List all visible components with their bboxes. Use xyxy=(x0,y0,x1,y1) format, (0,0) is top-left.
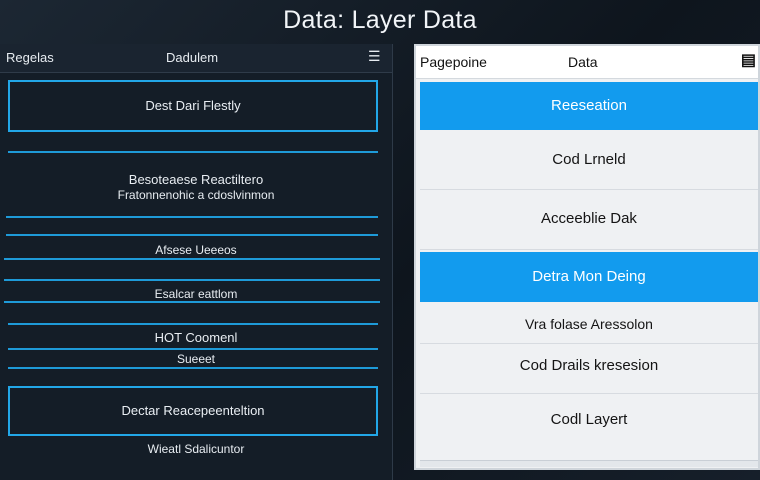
chart-icon[interactable]: ▤ xyxy=(741,50,756,70)
top-box[interactable]: Dest Dari Flestly xyxy=(8,80,378,132)
left-header-col1[interactable]: Regelas xyxy=(6,50,54,65)
right-panel: Pagepoine Data ▤ Reeseation Cod Lrneld A… xyxy=(414,44,760,470)
data-row[interactable]: Acceeblie Dak xyxy=(420,190,758,250)
bottom-box[interactable]: Dectar Reacepeenteltion xyxy=(8,386,378,436)
divider xyxy=(6,216,378,218)
right-header-col1[interactable]: Pagepoine xyxy=(420,54,487,70)
data-row[interactable]: Reeseation xyxy=(420,82,758,130)
divider xyxy=(4,258,380,260)
data-row[interactable]: Detra Mon Deing xyxy=(420,252,758,302)
data-row[interactable]: Codl Layert xyxy=(420,394,758,454)
data-row[interactable]: Vra folase Aressolon xyxy=(420,302,758,344)
left-panel: Regelas Dadulem ☰ Dest Dari Flestly Beso… xyxy=(0,44,393,480)
list-icon[interactable]: ☰ xyxy=(368,48,381,65)
row-label: Acceeblie Dak xyxy=(541,210,637,227)
row-label: Cod Lrneld xyxy=(552,151,626,168)
divider xyxy=(8,151,378,153)
row-label: Vra folase Aressolon xyxy=(525,316,653,332)
list-item[interactable]: Afsese Ueeeos xyxy=(0,243,392,257)
right-header-col2[interactable]: Data xyxy=(568,54,598,70)
divider xyxy=(4,279,380,281)
row-label: Codl Layert xyxy=(550,411,628,428)
left-panel-header: Regelas Dadulem ☰ xyxy=(0,44,392,73)
divider xyxy=(8,367,378,369)
bottom-box-label: Dectar Reacepeenteltion xyxy=(121,403,265,418)
right-panel-header: Pagepoine Data ▤ xyxy=(416,46,758,79)
left-header-col2[interactable]: Dadulem xyxy=(166,50,218,65)
top-box-label: Dest Dari Flestly xyxy=(145,98,241,113)
data-row[interactable]: Cod Drails kresesion xyxy=(420,344,758,394)
row-label: Cod Drails kresesion xyxy=(519,357,659,374)
row-label: Detra Mon Deing xyxy=(532,268,646,285)
divider xyxy=(4,301,380,303)
window-title: Data: Layer Data xyxy=(283,6,477,34)
divider xyxy=(8,323,378,325)
data-row[interactable]: Cod Lrneld xyxy=(420,130,758,190)
panel-bottom-bar xyxy=(420,460,758,467)
list-item[interactable]: Esalcar eattlom xyxy=(0,287,392,301)
section-title: Besoteaese Reactiltero xyxy=(128,172,264,187)
divider xyxy=(8,348,378,350)
list-item[interactable]: Sueeet xyxy=(0,352,392,366)
list-item[interactable]: HOT Coomenl xyxy=(0,330,392,345)
divider xyxy=(6,234,378,236)
footer-text: Wieatl Sdalicuntor xyxy=(147,442,245,456)
row-label: Reeseation xyxy=(551,97,627,114)
section-subtitle: Fratonnenohic a cdoslvinmon xyxy=(117,188,275,202)
